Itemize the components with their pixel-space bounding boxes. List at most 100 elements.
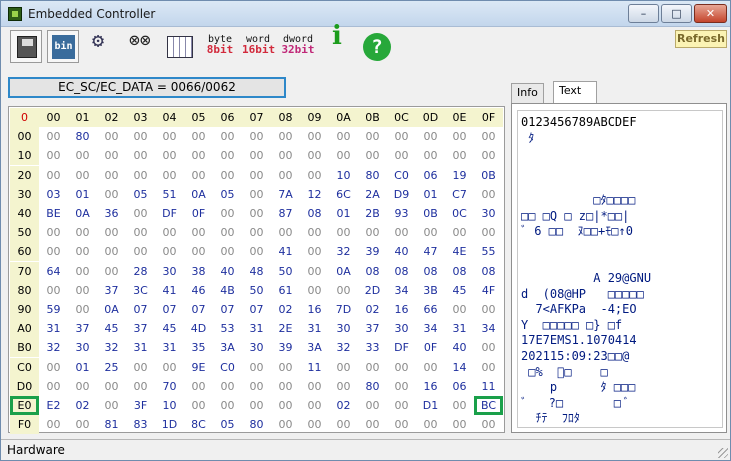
register-cell[interactable]: 30 (68, 338, 97, 357)
register-cell[interactable]: 10 (329, 166, 358, 185)
register-cell[interactable]: 83 (126, 415, 155, 434)
register-cell[interactable]: 00 (358, 223, 387, 242)
register-cell[interactable]: 00 (271, 166, 300, 185)
register-cell[interactable]: 87 (271, 204, 300, 223)
register-cell[interactable]: 00 (68, 223, 97, 242)
register-cell[interactable]: 50 (271, 262, 300, 281)
register-cell[interactable]: 01 (416, 185, 445, 204)
register-cell[interactable]: 07 (184, 300, 213, 319)
register-cell[interactable]: 31 (242, 319, 271, 338)
register-cell[interactable]: 05 (213, 415, 242, 434)
register-cell[interactable]: 00 (97, 185, 126, 204)
register-cell[interactable]: 00 (300, 415, 329, 434)
register-cell[interactable]: 08 (416, 262, 445, 281)
register-cell[interactable]: 00 (358, 358, 387, 377)
register-cell[interactable]: 48 (242, 262, 271, 281)
register-cell[interactable]: 66 (416, 300, 445, 319)
register-cell[interactable]: 02 (68, 396, 97, 415)
register-cell[interactable]: 34 (387, 281, 416, 300)
register-cell[interactable]: 4D (184, 319, 213, 338)
register-cell[interactable]: 11 (300, 358, 329, 377)
register-cell[interactable]: 80 (358, 377, 387, 396)
register-cell[interactable]: 47 (416, 242, 445, 261)
tab-text[interactable]: Text (553, 81, 597, 104)
register-cell[interactable]: 0F (416, 338, 445, 357)
register-cell[interactable]: 38 (184, 262, 213, 281)
register-cell[interactable]: 00 (155, 146, 184, 165)
save-bin-button[interactable]: bin (47, 30, 79, 63)
register-cell[interactable]: 0C (445, 204, 474, 223)
register-cell[interactable]: 00 (387, 415, 416, 434)
register-cell[interactable]: 00 (271, 358, 300, 377)
help-button[interactable]: ? (360, 30, 392, 63)
register-cell[interactable]: 45 (97, 319, 126, 338)
register-cell[interactable]: 00 (39, 415, 68, 434)
register-cell[interactable]: 00 (271, 127, 300, 146)
register-cell[interactable]: 00 (97, 223, 126, 242)
register-cell[interactable]: 00 (213, 377, 242, 396)
register-cell[interactable]: 80 (68, 127, 97, 146)
register-cell[interactable]: 00 (184, 396, 213, 415)
register-cell[interactable]: 00 (39, 223, 68, 242)
register-cell[interactable]: C0 (387, 166, 416, 185)
register-cell[interactable]: 00 (358, 415, 387, 434)
register-cell[interactable]: 00 (358, 146, 387, 165)
register-cell[interactable]: 00 (300, 262, 329, 281)
register-cell[interactable]: 00 (474, 338, 503, 357)
register-cell[interactable]: 30 (474, 204, 503, 223)
properties-button[interactable]: ⚙ (87, 30, 119, 63)
register-cell[interactable]: 00 (213, 127, 242, 146)
register-cell[interactable]: 30 (242, 338, 271, 357)
register-cell[interactable]: 00 (300, 377, 329, 396)
register-cell[interactable]: 70 (155, 377, 184, 396)
register-cell[interactable]: 00 (155, 223, 184, 242)
dword-mode-button[interactable]: dword 32bit (280, 30, 316, 63)
register-cell[interactable]: 00 (242, 146, 271, 165)
register-cell[interactable]: 00 (97, 377, 126, 396)
register-cell[interactable]: 00 (68, 281, 97, 300)
register-cell[interactable]: 03 (39, 185, 68, 204)
register-cell[interactable]: 00 (213, 396, 242, 415)
register-cell[interactable]: 00 (387, 377, 416, 396)
register-cell[interactable]: 00 (329, 223, 358, 242)
register-cell[interactable]: 00 (271, 146, 300, 165)
register-cell[interactable]: 31 (39, 319, 68, 338)
register-cell[interactable]: 07 (155, 300, 184, 319)
register-cell[interactable]: 30 (329, 319, 358, 338)
register-cell[interactable]: 00 (300, 166, 329, 185)
register-cell[interactable]: 00 (329, 377, 358, 396)
register-cell[interactable]: 00 (474, 146, 503, 165)
register-cell[interactable]: 00 (329, 281, 358, 300)
register-cell[interactable]: 00 (300, 281, 329, 300)
table-view-button[interactable] (163, 30, 195, 63)
register-cell[interactable]: 00 (242, 223, 271, 242)
register-cell[interactable]: 00 (213, 146, 242, 165)
register-cell[interactable]: 81 (97, 415, 126, 434)
register-cell[interactable]: 6C (329, 185, 358, 204)
register-cell[interactable]: 00 (155, 242, 184, 261)
register-cell[interactable]: 00 (155, 358, 184, 377)
register-cell[interactable]: 00 (97, 146, 126, 165)
register-cell[interactable]: 51 (155, 185, 184, 204)
register-cell[interactable]: 00 (300, 127, 329, 146)
register-cell[interactable]: 08 (358, 262, 387, 281)
register-cell[interactable]: 00 (184, 127, 213, 146)
register-cell[interactable]: 01 (329, 204, 358, 223)
minimize-button[interactable]: – (628, 4, 659, 23)
register-cell[interactable]: 00 (445, 223, 474, 242)
register-cell[interactable]: 00 (445, 415, 474, 434)
tab-info[interactable]: Info (511, 83, 544, 103)
register-cell[interactable]: 00 (39, 377, 68, 396)
register-cell[interactable]: 02 (358, 300, 387, 319)
register-cell[interactable]: 31 (155, 338, 184, 357)
register-cell[interactable]: 00 (213, 166, 242, 185)
register-cell[interactable]: 00 (68, 415, 97, 434)
register-cell[interactable]: 0A (68, 204, 97, 223)
refresh-button[interactable]: Refresh (675, 30, 727, 48)
register-cell[interactable]: 00 (97, 242, 126, 261)
register-cell[interactable]: 07 (242, 300, 271, 319)
register-cell[interactable]: 00 (242, 377, 271, 396)
register-cell[interactable]: 00 (68, 262, 97, 281)
register-cell[interactable]: 34 (474, 319, 503, 338)
register-cell[interactable]: 50 (242, 281, 271, 300)
